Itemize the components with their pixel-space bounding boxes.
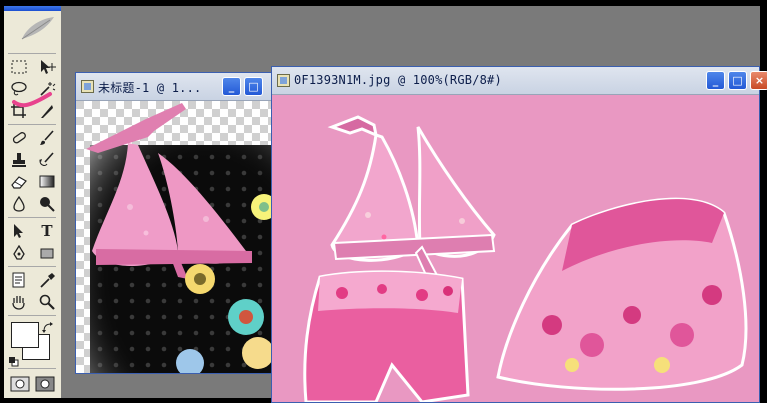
type-glyph: T <box>41 221 53 240</box>
healing-brush-icon[interactable] <box>7 127 31 149</box>
pen-icon[interactable] <box>7 242 31 264</box>
toolbox-divider <box>8 53 56 54</box>
notes-icon[interactable] <box>7 269 31 291</box>
blur-icon[interactable] <box>7 193 31 215</box>
skirt-image <box>496 197 748 391</box>
hand-icon[interactable] <box>7 291 31 313</box>
quick-mask-icon[interactable] <box>35 376 55 392</box>
document-window-untitled[interactable]: 未标题-1 @ 1... _ □ <box>75 72 275 374</box>
clone-stamp-icon[interactable] <box>7 149 31 171</box>
shape-icon[interactable] <box>35 242 59 264</box>
shorts-image <box>303 270 470 402</box>
toolbox-divider <box>8 368 56 369</box>
gradient-icon[interactable] <box>35 171 59 193</box>
minimize-button[interactable]: _ <box>222 77 241 96</box>
feather-logo <box>4 11 61 47</box>
document-titlebar[interactable]: 未标题-1 @ 1... _ □ <box>76 73 274 101</box>
document-canvas[interactable] <box>76 101 274 373</box>
maximize-button[interactable]: □ <box>244 77 263 96</box>
toolbox-divider <box>8 315 56 316</box>
toolbox-divider <box>8 124 56 125</box>
eraser-icon[interactable] <box>7 171 31 193</box>
type-icon[interactable]: T <box>35 220 59 242</box>
photoshop-screen: T 未标题-1 @ 1... _ □ 0F1393N1M.jpg @ 100%(… <box>0 0 767 403</box>
standard-mode-icon[interactable] <box>10 376 30 392</box>
toolbox-divider <box>8 217 56 218</box>
minimize-button[interactable]: _ <box>706 71 725 90</box>
move-icon[interactable] <box>35 56 59 78</box>
marquee-icon[interactable] <box>7 56 31 78</box>
document-icon <box>277 74 290 87</box>
document-canvas[interactable] <box>272 95 759 402</box>
brush-icon[interactable] <box>35 127 59 149</box>
document-titlebar[interactable]: 0F1393N1M.jpg @ 100%(RGB/8#) _ □ × <box>272 67 767 95</box>
maximize-button[interactable]: □ <box>728 71 747 90</box>
document-title: 未标题-1 @ 1... <box>98 81 202 95</box>
document-icon <box>81 80 94 93</box>
bikini-top-image <box>327 115 496 279</box>
close-button[interactable]: × <box>750 71 767 90</box>
document-window-photo[interactable]: 0F1393N1M.jpg @ 100%(RGB/8#) _ □ × <box>271 66 767 403</box>
default-colors-icon[interactable] <box>9 352 19 367</box>
foreground-color-swatch[interactable] <box>11 322 39 348</box>
toolbox-panel: T <box>4 6 62 398</box>
eyedropper-icon[interactable] <box>35 269 59 291</box>
swap-colors-icon[interactable] <box>42 319 54 333</box>
zoom-icon[interactable] <box>35 291 59 313</box>
toolbox-divider <box>8 266 56 267</box>
path-select-icon[interactable] <box>7 220 31 242</box>
pink-marker-stroke <box>12 92 52 108</box>
dodge-icon[interactable] <box>35 193 59 215</box>
document-title: 0F1393N1M.jpg @ 100%(RGB/8#) <box>294 73 502 87</box>
history-brush-icon[interactable] <box>35 149 59 171</box>
